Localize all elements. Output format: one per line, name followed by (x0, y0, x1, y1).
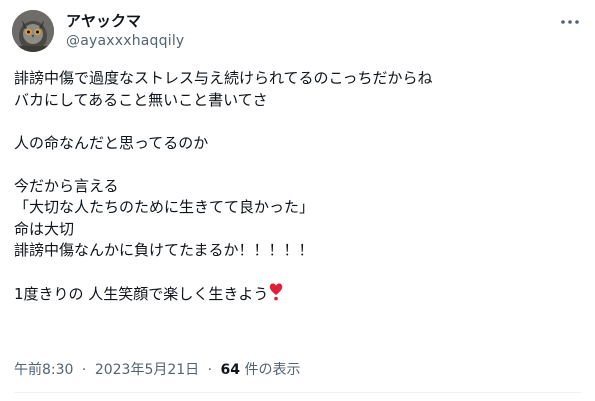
more-dots-icon (561, 20, 579, 24)
meta-separator: · (81, 362, 87, 378)
tweet-line: 命は大切 (14, 219, 75, 238)
tweet-card: アヤックマ @ayaxxxhaqqily 誹謗中傷で過度なストレス与え続けられて… (0, 0, 595, 401)
author-handle[interactable]: @ayaxxxhaqqily (66, 32, 184, 50)
tweet-line-text: 1度きりの 人生笑顔で楽しく生きよう (14, 285, 269, 303)
author-display-name[interactable]: アヤックマ (66, 12, 184, 30)
avatar[interactable] (12, 10, 54, 52)
tweet-line: バカにしてあること無いこと書いてさ (14, 90, 268, 109)
tweet-line-last: 1度きりの 人生笑顔で楽しく生きよう (14, 283, 584, 305)
tweet-line: 今だから言える (14, 176, 119, 195)
view-label: 件の表示 (240, 362, 301, 378)
meta-separator: · (207, 362, 213, 378)
view-count: 64 (220, 362, 241, 378)
tweet-text: 誹謗中傷で過度なストレス与え続けられてるのこっちだからね バカにしてあること無い… (14, 68, 584, 305)
owl-photo-icon (12, 10, 54, 52)
heavy-heart-exclamation-icon (269, 283, 283, 308)
tweet-line: 誹謗中傷で過度なストレス与え続けられてるのこっちだからね (14, 69, 433, 87)
tweet-line: 誹謗中傷なんかに負けてたまるか！！！！！ (14, 241, 314, 259)
tweet-line: 「大切な人たちのために生きてて良かった」 (14, 198, 315, 216)
tweet-time[interactable]: 午前8:30 (14, 362, 73, 378)
tweet-date[interactable]: 2023年5月21日 (95, 362, 199, 378)
tweet-meta: 午前8:30 · 2023年5月21日 · 64 件の表示 (14, 361, 300, 379)
author-block: アヤックマ @ayaxxxhaqqily (66, 12, 184, 50)
tweet-line: 人の命なんだと思ってるのか (14, 133, 209, 152)
more-options-button[interactable] (559, 14, 581, 30)
divider (14, 392, 581, 393)
